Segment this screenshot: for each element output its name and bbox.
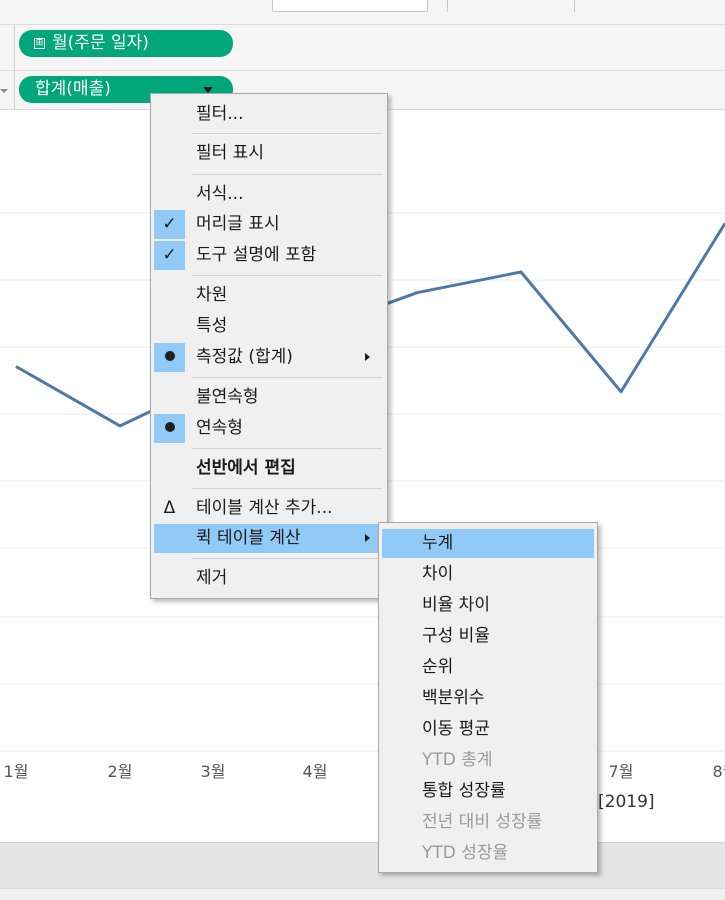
columns-pill-label: 월(주문 일자) <box>52 33 149 53</box>
toolbar-dropdown[interactable] <box>272 0 428 12</box>
menu-item-label: 머리글 표시 <box>196 214 280 234</box>
menu-item-불연속형[interactable]: 불연속형 <box>154 383 384 412</box>
menu-item-label: 백분위수 <box>422 688 485 708</box>
calc-item-누계[interactable]: 누계 <box>382 529 594 558</box>
menu-item-label: 퀵 테이블 계산 <box>196 528 301 548</box>
menu-item-도구-설명에-포함[interactable]: ✓ 도구 설명에 포함 <box>154 241 384 270</box>
menu-item-label: 테이블 계산 추가... <box>196 498 333 518</box>
toolbar <box>0 0 725 25</box>
menu-item-label: 전년 대비 성장률 <box>422 812 543 832</box>
sheet-tab-bar <box>0 842 725 889</box>
calc-item-백분위수[interactable]: 백분위수 <box>382 684 594 713</box>
x-tick-label: 7월 <box>609 762 634 781</box>
toolbar-divider <box>447 0 448 12</box>
menu-item-선반에서-편집[interactable]: 선반에서 편집 <box>154 454 384 483</box>
menu-item-label: YTD 성장율 <box>422 843 509 863</box>
menu-item-label: 차이 <box>422 564 454 584</box>
menu-item-label: 제거 <box>196 568 228 588</box>
x-tick-label: 2월 <box>108 762 133 781</box>
year-label: [2019] <box>598 792 655 812</box>
pill-context-menu: 필터... 필터 표시서식... ✓ 머리글 표시 ✓ 도구 설명에 포함차원특성측정값 … <box>150 93 388 599</box>
expand-icon[interactable]: ⊞ <box>34 38 45 49</box>
menu-item-서식[interactable]: 서식... <box>154 180 384 209</box>
menu-item-label: 비율 차이 <box>422 595 490 615</box>
selected-marker <box>154 414 185 443</box>
calc-item-통합-성장률[interactable]: 통합 성장률 <box>382 777 594 806</box>
menu-separator <box>192 174 382 175</box>
radio-dot-icon <box>164 350 175 361</box>
menu-separator <box>192 558 382 559</box>
menu-item-특성[interactable]: 특성 <box>154 312 384 341</box>
toolbar-divider <box>574 0 575 12</box>
x-tick-label: 4월 <box>303 762 328 781</box>
calc-item-이동-평균[interactable]: 이동 평균 <box>382 715 594 744</box>
menu-item-label: 통합 성장률 <box>422 781 506 801</box>
shelf-divider <box>14 71 15 109</box>
columns-pill[interactable]: ⊞ 월(주문 일자) <box>19 30 233 57</box>
menu-item-label: 순위 <box>422 657 454 677</box>
menu-item-label: 측정값 (합계) <box>196 347 293 367</box>
calc-item-순위[interactable]: 순위 <box>382 653 594 682</box>
delta-icon: Δ <box>163 498 176 518</box>
calc-item-YTD-성장율: YTD 성장율 <box>382 839 594 868</box>
menu-separator <box>192 377 382 378</box>
calc-item-비율-차이[interactable]: 비율 차이 <box>382 591 594 620</box>
menu-item-차원[interactable]: 차원 <box>154 281 384 310</box>
menu-item-테이블-계산-추가[interactable]: Δ 테이블 계산 추가... <box>154 494 384 523</box>
submenu-arrow-icon <box>365 534 370 542</box>
radio-dot-icon <box>164 421 175 432</box>
menu-item-필터[interactable]: 필터... <box>154 100 384 129</box>
menu-separator <box>192 275 382 276</box>
menu-item-label: 연속형 <box>196 418 243 438</box>
columns-shelf: ⊞ 월(주문 일자) <box>0 25 725 71</box>
menu-item-제거[interactable]: 제거 <box>154 564 384 593</box>
x-tick-label: 1월 <box>4 762 29 781</box>
check-icon: ✓ <box>154 241 185 270</box>
calc-item-전년-대비-성장률: 전년 대비 성장률 <box>382 808 594 837</box>
menu-item-label: 차원 <box>196 285 228 305</box>
menu-item-필터-표시[interactable]: 필터 표시 <box>154 139 384 168</box>
x-axis-ticks: 1월2월3월4월5월6월7월8월 <box>4 762 725 781</box>
calc-item-구성-비율[interactable]: 구성 비율 <box>382 622 594 651</box>
menu-item-label: 특성 <box>196 316 228 336</box>
shelf-arrow-icon <box>0 89 8 93</box>
menu-separator <box>192 133 382 134</box>
calc-item-차이[interactable]: 차이 <box>382 560 594 589</box>
menu-item-label: YTD 총계 <box>422 750 493 770</box>
menu-item-연속형[interactable]: 연속형 <box>154 414 384 443</box>
menu-separator <box>192 488 382 489</box>
quick-table-calc-submenu: 누계차이비율 차이구성 비율순위백분위수이동 평균 YTD 총계통합 성장률전년 … <box>378 522 598 873</box>
menu-item-label: 구성 비율 <box>422 626 490 646</box>
menu-item-label: 도구 설명에 포함 <box>196 245 317 265</box>
shelf-divider <box>14 25 15 70</box>
menu-item-label: 서식... <box>196 184 244 204</box>
menu-item-측정값-합계[interactable]: 측정값 (합계) <box>154 343 384 372</box>
menu-item-label: 필터 표시 <box>196 143 264 163</box>
submenu-arrow-icon <box>365 353 370 361</box>
x-tick-label: 8월 <box>713 762 725 781</box>
menu-item-퀵-테이블-계산[interactable]: 퀵 테이블 계산 <box>154 524 384 553</box>
menu-item-label: 누계 <box>422 533 454 553</box>
menu-item-label: 선반에서 편집 <box>196 458 296 478</box>
rows-pill-label: 합계(매출) <box>35 79 111 99</box>
x-tick-label: 3월 <box>201 762 226 781</box>
menu-item-label: 필터... <box>196 104 244 124</box>
status-bar <box>0 888 725 900</box>
calc-item-YTD-총계: YTD 총계 <box>382 746 594 775</box>
selected-marker <box>154 343 185 372</box>
check-icon: ✓ <box>154 210 185 239</box>
menu-separator <box>192 448 382 449</box>
menu-item-label: 불연속형 <box>196 387 259 407</box>
menu-item-label: 이동 평균 <box>422 719 490 739</box>
menu-item-머리글-표시[interactable]: ✓ 머리글 표시 <box>154 210 384 239</box>
